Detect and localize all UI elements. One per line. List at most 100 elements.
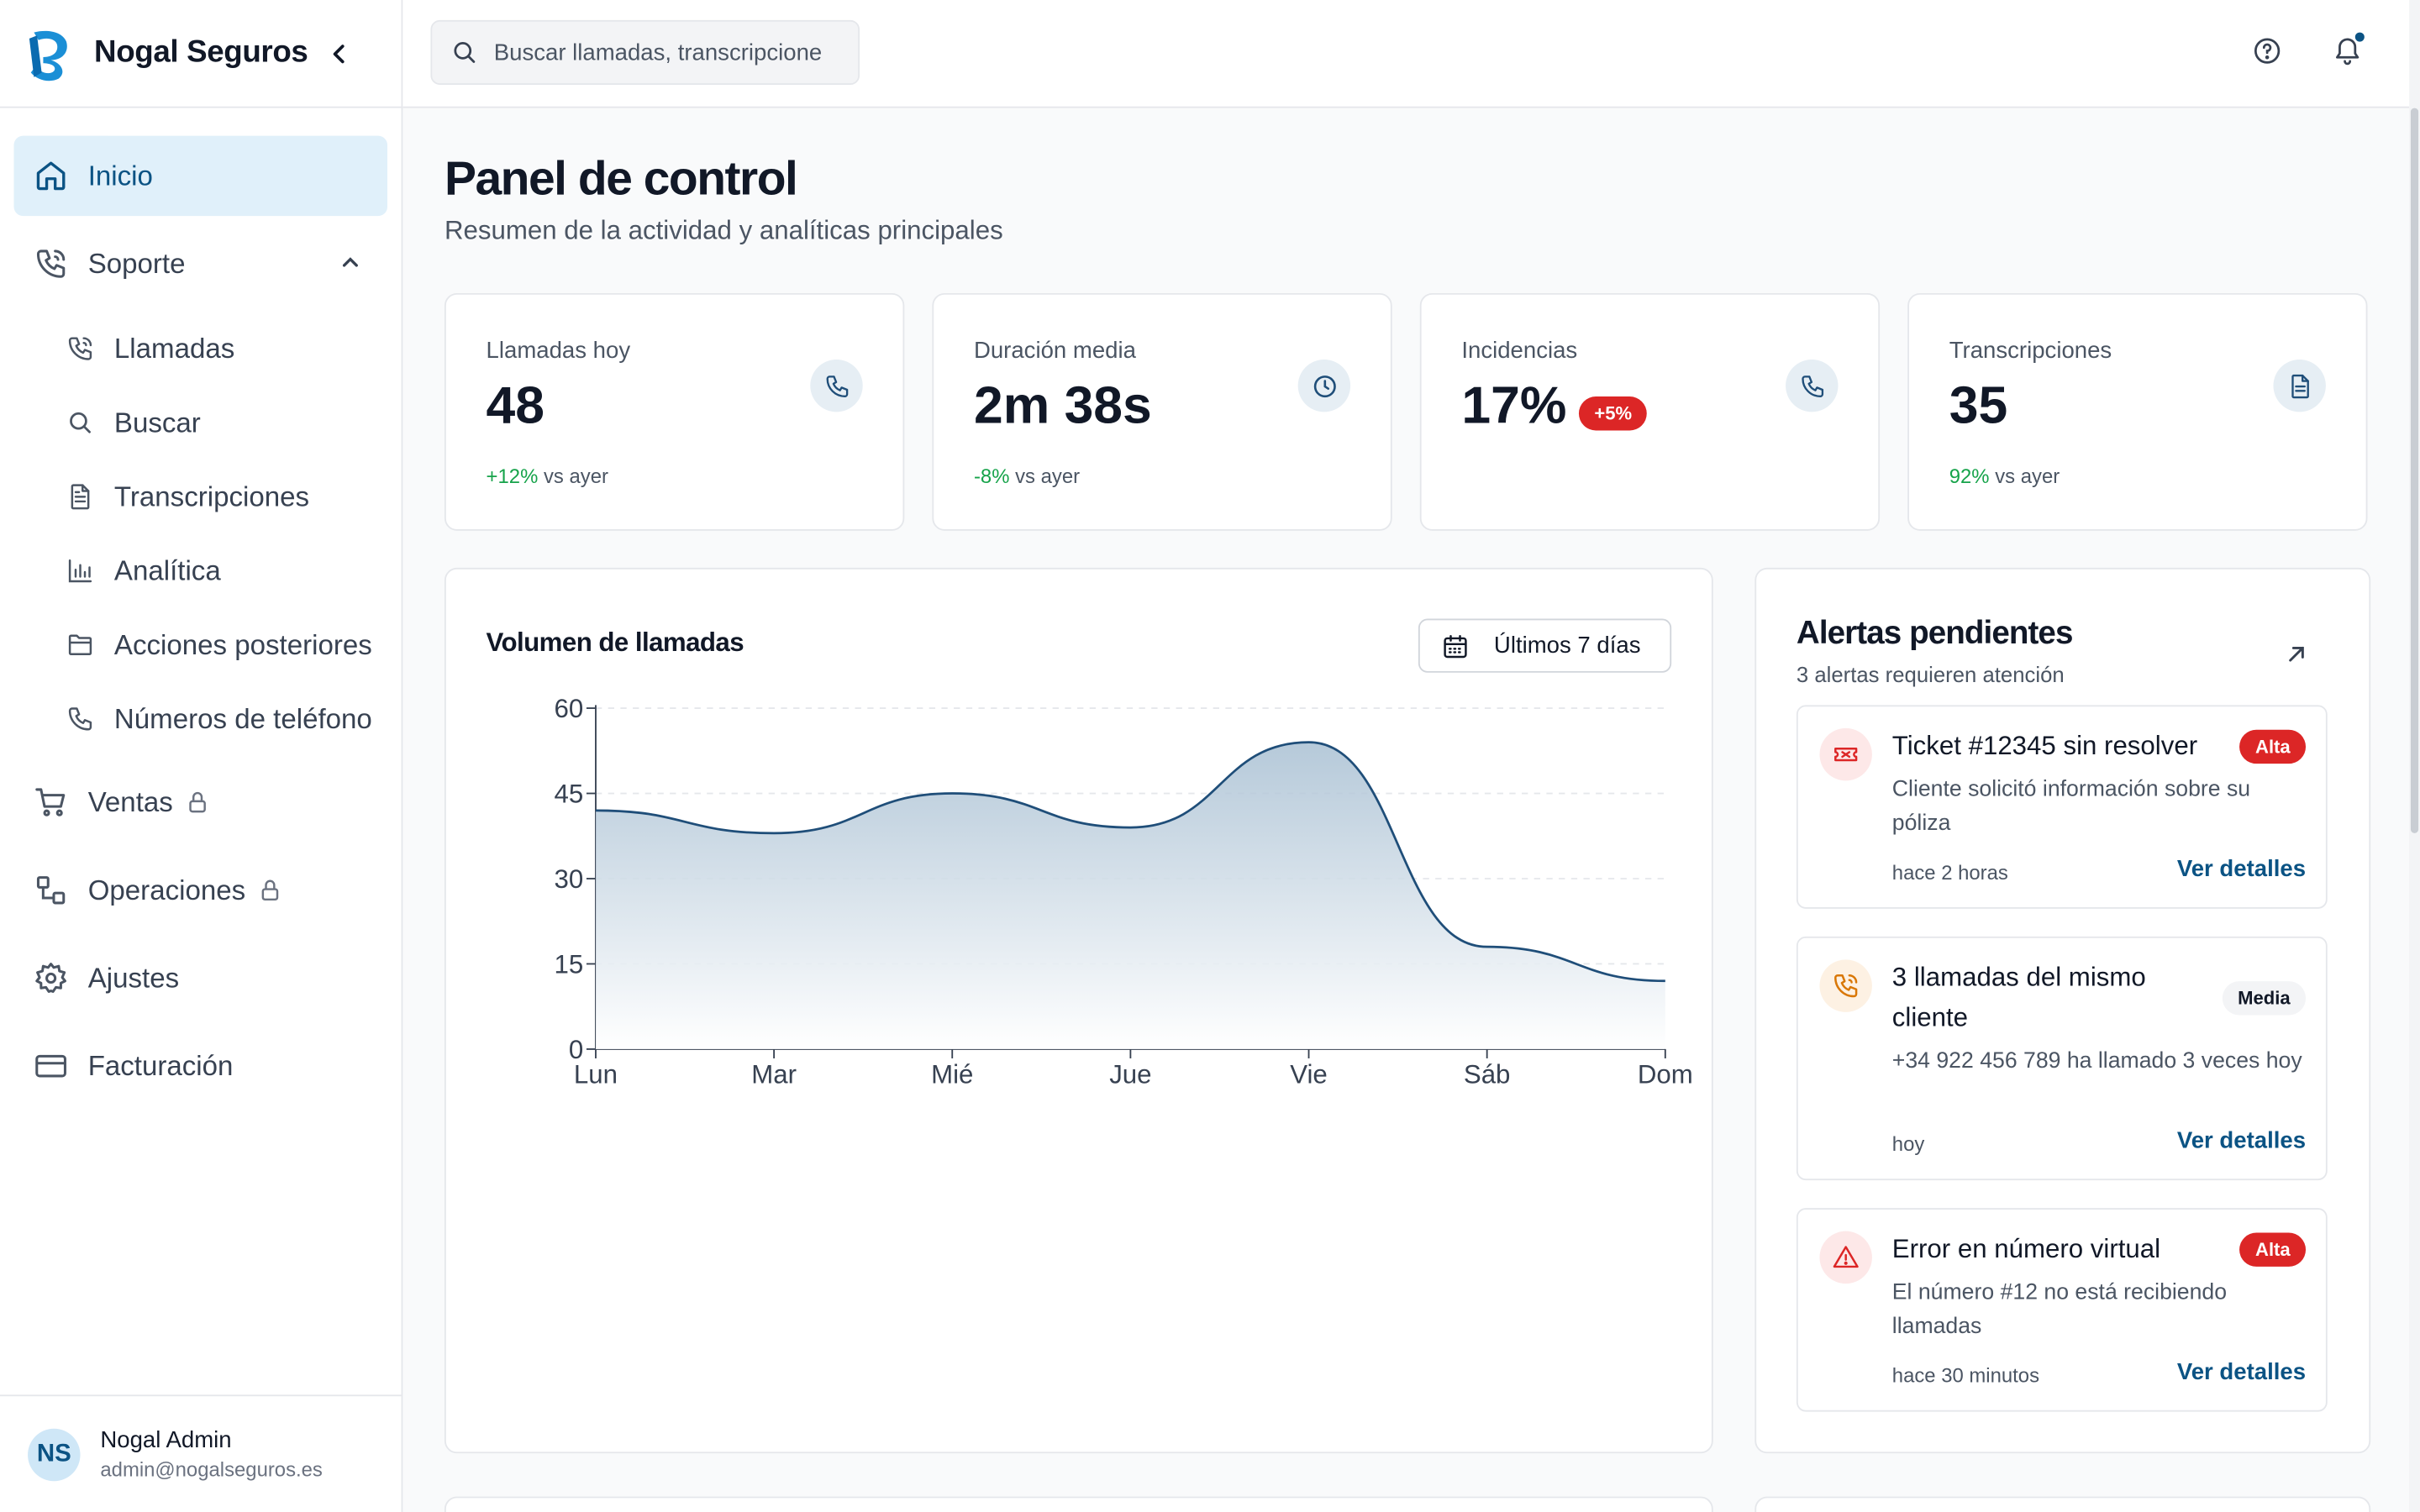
call-volume-card: Volumen de llamadas Últimos 7 días 0 15 30… bbox=[444, 567, 1713, 1454]
sidebar-item-label: Ajustes bbox=[87, 962, 180, 993]
scrollbar[interactable] bbox=[2409, 0, 2420, 1512]
alert-item[interactable]: 3 llamadas del mismo cliente Media +34 9… bbox=[1796, 936, 2328, 1181]
lock-icon bbox=[185, 790, 209, 814]
notification-dot bbox=[2353, 30, 2366, 44]
phone-call-icon bbox=[66, 335, 94, 363]
gear-icon bbox=[34, 961, 67, 995]
sidebar-item-operaciones[interactable]: Operaciones bbox=[14, 850, 387, 931]
sidebar-item-label: Soporte bbox=[87, 247, 186, 279]
stat-value: 2m 38s bbox=[973, 376, 1152, 435]
sidebar-subitem-label: Acciones posteriores bbox=[113, 628, 372, 660]
notifications-button[interactable] bbox=[2332, 30, 2366, 66]
sidebar-subitem-buscar[interactable]: Buscar bbox=[14, 386, 387, 459]
phone-icon bbox=[1786, 359, 1839, 412]
sidebar-subitem-label: Números de teléfono bbox=[113, 702, 372, 734]
sidebar-item-label: Facturación bbox=[87, 1049, 234, 1081]
view-details-link[interactable]: Ver detalles bbox=[2177, 1128, 2306, 1154]
alert-time: hace 30 minutos bbox=[1891, 1363, 2040, 1388]
home-icon bbox=[34, 159, 67, 192]
alert-title: Ticket #12345 sin resolver bbox=[1891, 731, 2198, 761]
user-name: Nogal Admin bbox=[100, 1426, 232, 1454]
bottom-card bbox=[444, 1496, 1713, 1512]
scrollbar-thumb[interactable] bbox=[2410, 108, 2419, 833]
sidebar-subitem-label: Llamadas bbox=[113, 332, 235, 364]
open-alerts-button[interactable] bbox=[2286, 643, 2307, 665]
cart-icon bbox=[34, 785, 67, 819]
alert-time: hoy bbox=[1891, 1132, 1925, 1156]
y-tick-label: 30 bbox=[555, 864, 584, 894]
sidebar-subitem-numeros[interactable]: Números de teléfono bbox=[14, 682, 387, 756]
x-tick-label: Lun bbox=[574, 1059, 618, 1089]
call-volume-chart: 015304560Lun Mar Mié Jue Vie Sáb Dom bbox=[555, 694, 1693, 1089]
alert-title: 3 llamadas del mismo cliente bbox=[1891, 963, 2146, 1032]
phone-icon bbox=[66, 705, 94, 732]
page-subtitle: Resumen de la actividad y analíticas pri… bbox=[444, 216, 1003, 246]
sidebar-subitem-label: Transcripciones bbox=[113, 480, 310, 512]
sidebar-subitem-transcripciones[interactable]: Transcripciones bbox=[14, 459, 387, 533]
main-content: Panel de control Resumen de la actividad… bbox=[444, 108, 2371, 1512]
view-details-link[interactable]: Ver detalles bbox=[2177, 856, 2306, 882]
user-email: admin@nogalseguros.es bbox=[100, 1457, 323, 1482]
sidebar-item-facturacion[interactable]: Facturación bbox=[14, 1026, 387, 1106]
warning-icon bbox=[1819, 1231, 1872, 1284]
sidebar-item-inicio[interactable]: Inicio bbox=[13, 135, 388, 217]
stat-card-duracion[interactable]: Duración media 2m 38s -8% vs ayer bbox=[932, 292, 1392, 531]
stat-value: 17% +5% bbox=[1461, 376, 1838, 437]
chevron-left-icon bbox=[333, 44, 345, 63]
stat-badge: +5% bbox=[1579, 396, 1648, 430]
search-box[interactable] bbox=[430, 19, 860, 86]
workflow-icon bbox=[34, 874, 67, 907]
clock-icon bbox=[1297, 359, 1351, 412]
sidebar-item-ventas[interactable]: Ventas bbox=[14, 762, 387, 843]
alerts-subtitle: 3 alertas requieren atención bbox=[1796, 661, 2065, 687]
alert-item[interactable]: Ticket #12345 sin resolver Alta Cliente … bbox=[1796, 705, 2328, 909]
help-icon bbox=[2254, 38, 2281, 64]
help-button[interactable] bbox=[2252, 35, 2283, 66]
sidebar-item-label: Ventas bbox=[87, 785, 173, 817]
stat-change: 92% vs ayer bbox=[1949, 464, 2060, 488]
sidebar-subitem-label: Analítica bbox=[113, 554, 221, 586]
y-tick-label: 60 bbox=[555, 694, 584, 723]
alert-description: Cliente solicitó información sobre su pó… bbox=[1891, 777, 2251, 837]
folder-icon bbox=[66, 631, 94, 659]
stat-label: Transcripciones bbox=[1949, 338, 2112, 365]
alert-item[interactable]: Error en número virtual Alta El número #… bbox=[1796, 1208, 2328, 1412]
phone-call-icon bbox=[34, 247, 67, 281]
search-input[interactable] bbox=[493, 39, 850, 66]
topbar bbox=[402, 0, 2410, 108]
pending-alerts-card: Alertas pendientes 3 alertas requieren a… bbox=[1754, 567, 2371, 1454]
x-tick-label: Jue bbox=[1109, 1059, 1151, 1089]
lock-icon bbox=[258, 878, 282, 902]
x-tick-label: Sáb bbox=[1464, 1059, 1511, 1089]
y-tick-label: 15 bbox=[555, 949, 584, 979]
sidebar-subitem-acciones[interactable]: Acciones posteriores bbox=[14, 608, 387, 682]
alert-title: Error en número virtual bbox=[1891, 1234, 2161, 1264]
sidebar-subitem-label: Buscar bbox=[113, 406, 201, 438]
sidebar-item-ajustes[interactable]: Ajustes bbox=[14, 938, 387, 1019]
nogal-logo-icon bbox=[29, 29, 67, 81]
x-tick-label: Mar bbox=[751, 1059, 797, 1089]
stat-card-transcripciones[interactable]: Transcripciones 35 92% vs ayer bbox=[1907, 292, 2368, 531]
y-tick-label: 45 bbox=[555, 780, 584, 809]
view-details-link[interactable]: Ver detalles bbox=[2177, 1359, 2306, 1385]
sidebar: Nogal Seguros Inicio Soporte Llamadas Bu… bbox=[0, 0, 403, 1512]
sidebar-item-soporte[interactable]: Soporte bbox=[14, 223, 387, 304]
stat-label: Incidencias bbox=[1461, 338, 1578, 365]
sidebar-item-label: Operaciones bbox=[87, 874, 246, 906]
page-title: Panel de control bbox=[444, 150, 798, 206]
credit-card-icon bbox=[34, 1049, 67, 1083]
x-tick-label: Dom bbox=[1638, 1059, 1693, 1089]
collapse-sidebar-button[interactable] bbox=[324, 38, 355, 69]
stat-value: 48 bbox=[486, 376, 545, 435]
sidebar-subitem-analitica[interactable]: Analítica bbox=[14, 533, 387, 607]
user-profile[interactable]: NS Nogal Admin admin@nogalseguros.es bbox=[0, 1394, 402, 1512]
stat-card-llamadas[interactable]: Llamadas hoy 48 +12% vs ayer bbox=[444, 292, 905, 531]
stat-label: Duración media bbox=[973, 338, 1136, 365]
stats-row: Llamadas hoy 48 +12% vs ayer Duración me… bbox=[444, 292, 2370, 531]
sidebar-subitem-llamadas[interactable]: Llamadas bbox=[14, 312, 387, 386]
stat-card-incidencias[interactable]: Incidencias 17% +5% bbox=[1419, 292, 1881, 531]
document-icon bbox=[2273, 359, 2326, 412]
document-icon bbox=[66, 483, 94, 511]
x-tick-label: Mié bbox=[931, 1059, 973, 1089]
alert-time: hace 2 horas bbox=[1891, 860, 2008, 885]
